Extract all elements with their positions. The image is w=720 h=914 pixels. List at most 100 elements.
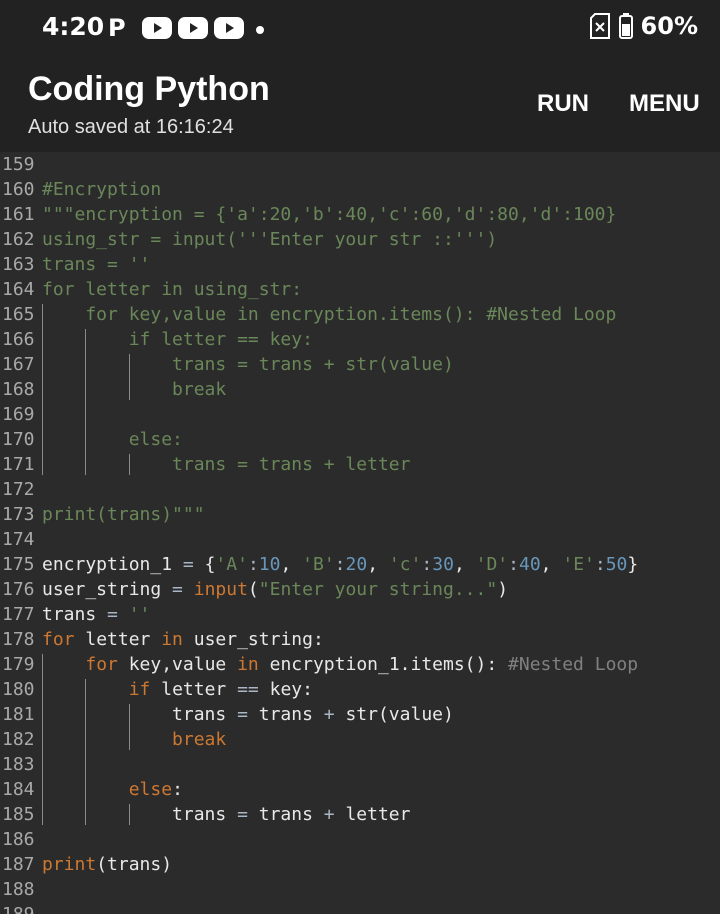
code-line[interactable]: 189 (0, 902, 720, 914)
code-token: : (334, 554, 346, 575)
code-line[interactable]: 163 trans = '' (0, 252, 720, 277)
code-line[interactable]: 183 (0, 752, 720, 777)
code-token: for (42, 629, 75, 650)
code-line[interactable]: 179 for key,value in encryption_1.items(… (0, 652, 720, 677)
code-line[interactable]: 175 encryption_1 = {'A':10, 'B':20, 'c':3… (0, 552, 720, 577)
code-token: letter (334, 804, 411, 825)
code-token: , (280, 554, 303, 575)
run-button[interactable]: RUN (537, 90, 589, 118)
code-line[interactable]: 171 trans = trans + letter (0, 452, 720, 477)
code-line[interactable]: 186 (0, 827, 720, 852)
code-token: : (508, 554, 519, 575)
sim-card-icon (589, 13, 610, 39)
code-line[interactable]: 167 trans = trans + str(value) (0, 352, 720, 377)
code-token: trans = trans + letter (42, 454, 411, 475)
code-token: if (128, 679, 151, 700)
line-number: 161 (2, 204, 35, 225)
code-line[interactable]: 176 user_string = input("Enter your strin… (0, 577, 720, 602)
code-token: #Encryption (42, 179, 162, 200)
code-token: trans (42, 804, 238, 825)
code-token: break (42, 379, 227, 400)
indent-guide (129, 454, 130, 475)
code-token: #Nested Loop (508, 654, 639, 675)
code-text: using_str = input('''Enter your str ::''… (42, 227, 497, 252)
code-line[interactable]: 160 #Encryption (0, 177, 720, 202)
code-token: key: (258, 679, 313, 700)
line-number: 171 (2, 454, 35, 475)
indent-guide (129, 354, 130, 400)
code-token: : (421, 554, 433, 575)
code-line[interactable]: 182 break (0, 727, 720, 752)
code-line[interactable]: 159 (0, 152, 720, 177)
line-number: 162 (2, 229, 35, 250)
code-line[interactable]: 161 """encryption = {'a':20,'b':40,'c':60… (0, 202, 720, 227)
code-text: print(trans)""" (42, 502, 205, 527)
line-number: 186 (2, 829, 35, 850)
code-line[interactable]: 170 else: (0, 427, 720, 452)
code-text: trans = trans + str(value) (42, 352, 454, 377)
code-line[interactable]: 166 if letter == key: (0, 327, 720, 352)
code-line[interactable]: 185 trans = trans + letter (0, 802, 720, 827)
code-token: } (627, 554, 639, 575)
code-token: , (453, 554, 476, 575)
indent-guide (42, 304, 43, 475)
line-number: 159 (2, 154, 35, 175)
indent-guide (85, 679, 86, 825)
code-token: "Enter your string..." (258, 579, 498, 600)
p-icon: P (108, 14, 126, 42)
code-line[interactable]: 181 trans = trans + str(value) (0, 702, 720, 727)
code-text: trans = trans + letter (42, 452, 410, 477)
code-token: ( (247, 579, 259, 600)
code-token: = (237, 704, 248, 725)
code-line[interactable]: 162 using_str = input('''Enter your str :… (0, 227, 720, 252)
code-text: for key,value in encryption_1.items(): #… (42, 652, 638, 677)
code-line[interactable]: 177 trans = '' (0, 602, 720, 627)
code-line[interactable]: 173 print(trans)""" (0, 502, 720, 527)
line-number: 188 (2, 879, 35, 900)
code-token: '' (128, 604, 151, 625)
code-token: print (42, 854, 97, 875)
code-token: letter (150, 679, 238, 700)
code-token: trans (247, 804, 324, 825)
code-text: if letter == key: (42, 677, 313, 702)
code-line[interactable]: 184 else: (0, 777, 720, 802)
code-line[interactable]: 172 (0, 477, 720, 502)
notification-icons: P (108, 14, 270, 42)
code-line[interactable]: 188 (0, 877, 720, 902)
line-number: 167 (2, 354, 35, 375)
code-token: 40 (518, 554, 541, 575)
code-token: else (128, 779, 173, 800)
code-editor[interactable]: 159 160 #Encryption 161 """encryption = {'a'… (0, 152, 720, 914)
code-line[interactable]: 165 for key,value in encryption.items():… (0, 302, 720, 327)
line-number: 182 (2, 729, 35, 750)
line-number: 176 (2, 579, 35, 600)
code-line[interactable]: 168 break (0, 377, 720, 402)
code-token: = (237, 804, 248, 825)
code-token: == (237, 679, 259, 700)
code-token: 30 (432, 554, 454, 575)
menu-button[interactable]: MENU (629, 90, 700, 118)
code-token: encryption_1.items(): (258, 654, 509, 675)
line-number: 178 (2, 629, 35, 650)
code-token: 50 (605, 554, 628, 575)
line-number: 165 (2, 304, 35, 325)
line-number: 177 (2, 604, 35, 625)
line-number: 180 (2, 679, 35, 700)
code-line[interactable]: 164 for letter in using_str: (0, 277, 720, 302)
line-number: 181 (2, 704, 35, 725)
code-line[interactable]: 174 (0, 527, 720, 552)
indent-guide (85, 329, 86, 475)
code-token: , (367, 554, 389, 575)
code-token: 10 (258, 554, 281, 575)
code-token: + (323, 704, 335, 725)
code-line[interactable]: 187 print(trans) (0, 852, 720, 877)
code-token: trans = trans + str(value) (42, 354, 454, 375)
status-bar: 4:20 P 60% (0, 0, 720, 56)
youtube-icon (177, 17, 208, 39)
code-line[interactable]: 180 if letter == key: (0, 677, 720, 702)
code-token: for key,value in encryption.items(): #Ne… (42, 304, 617, 325)
code-line[interactable]: 178 for letter in user_string: (0, 627, 720, 652)
line-number: 175 (2, 554, 35, 575)
code-line[interactable]: 169 (0, 402, 720, 427)
